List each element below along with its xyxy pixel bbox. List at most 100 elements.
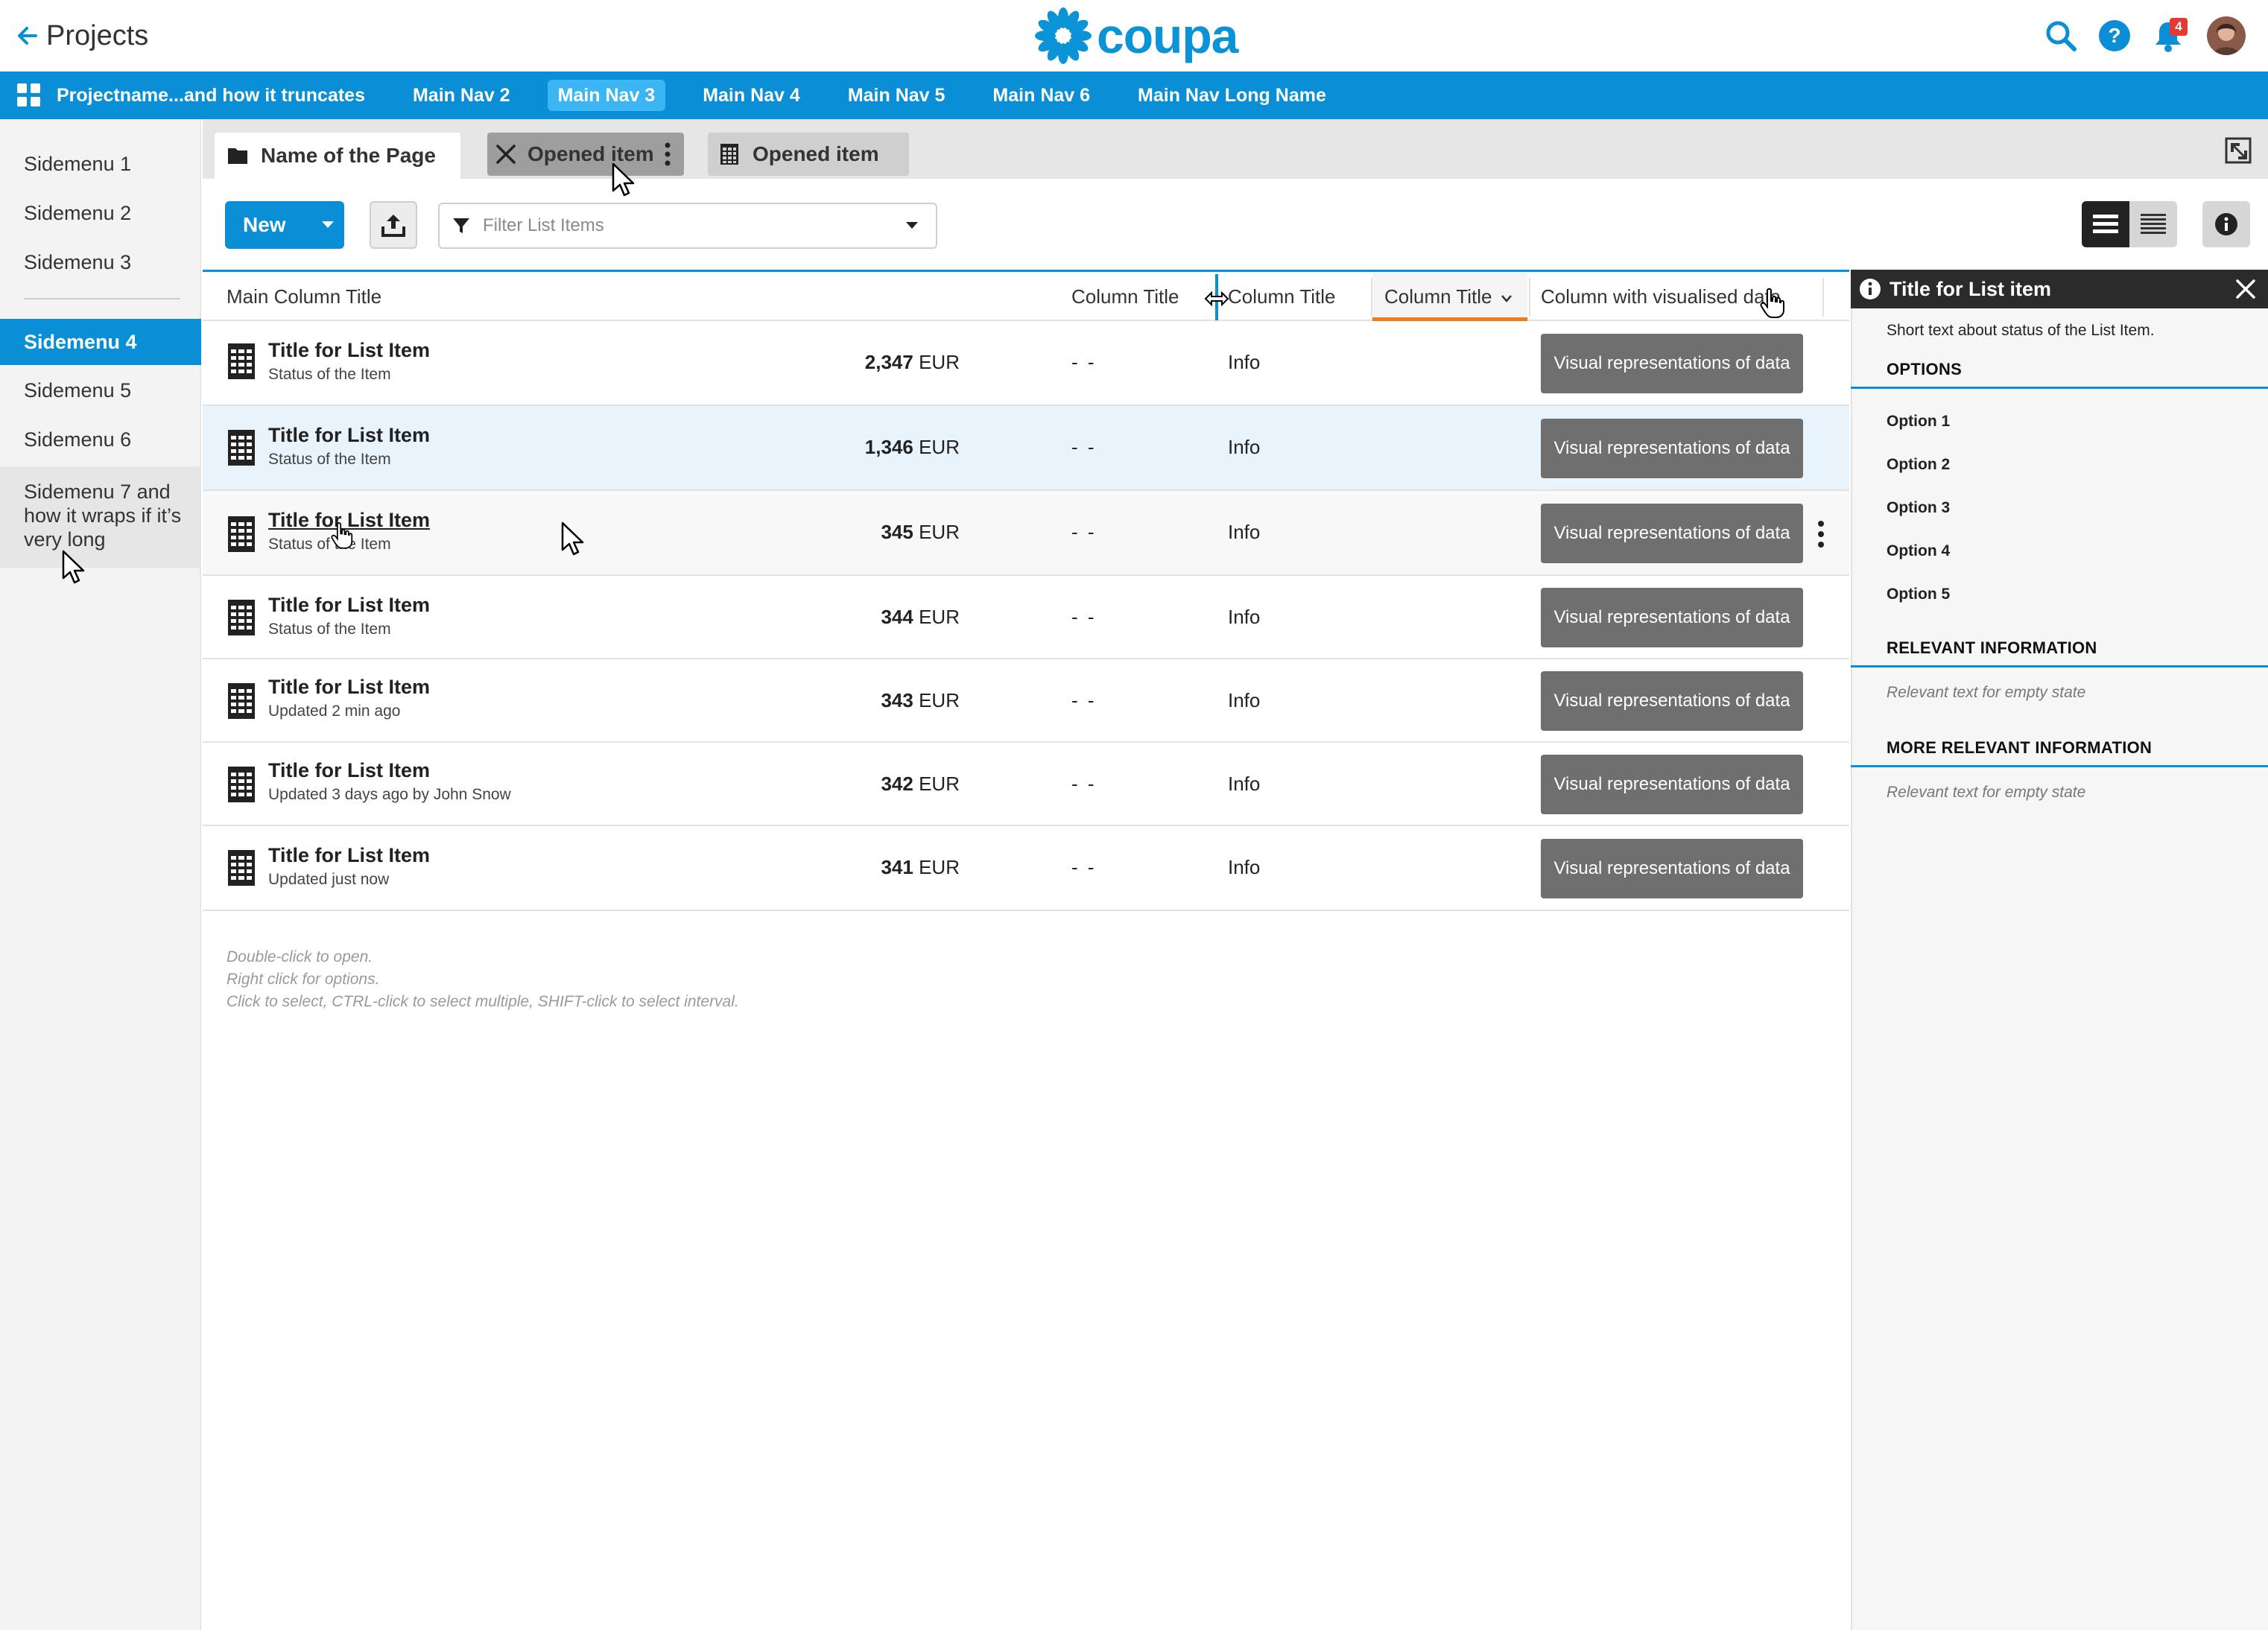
row-cell-info: Info xyxy=(1228,689,1261,711)
resize-cursor-icon xyxy=(1204,291,1229,307)
tab-bar: Name of the Page Opened item Opened item xyxy=(203,119,2268,179)
row-title[interactable]: Title for List Item xyxy=(268,424,430,447)
details-panel-title: Title for List item xyxy=(1890,277,2052,300)
visual-data-button[interactable]: Visual representations of data xyxy=(1541,755,1803,814)
row-title[interactable]: Title for List Item xyxy=(268,759,430,782)
sidebar-item-7[interactable]: Sidemenu 7 and how it wraps if it’s very… xyxy=(0,466,201,568)
sidebar-item-4[interactable]: Sidemenu 4 xyxy=(0,319,201,365)
more-relevant-info-heading: MORE RELEVANT INFORMATION xyxy=(1851,735,2268,767)
sidebar-item-6[interactable]: Sidemenu 6 xyxy=(0,423,201,456)
more-vertical-icon[interactable] xyxy=(1812,519,1830,549)
close-icon[interactable] xyxy=(2231,274,2261,304)
help-icon[interactable]: ? xyxy=(2097,18,2132,54)
coupa-logo-icon xyxy=(1035,7,1092,64)
sidebar: Sidemenu 1 Sidemenu 2 Sidemenu 3 Sidemen… xyxy=(0,119,201,1630)
search-icon[interactable] xyxy=(2043,18,2079,54)
nav-item-main-nav-4[interactable]: Main Nav 4 xyxy=(692,80,811,111)
sidebar-item-2[interactable]: Sidemenu 2 xyxy=(0,197,201,229)
column-divider xyxy=(1822,278,1824,317)
table-row[interactable]: Title for List Item Updated just now - -… xyxy=(203,826,1849,911)
amount-value: 345 xyxy=(881,521,913,543)
coupa-logo[interactable]: coupa xyxy=(1034,6,1238,66)
new-button[interactable]: New xyxy=(225,201,344,249)
tab-label: Name of the Page xyxy=(261,144,436,167)
options-heading: OPTIONS xyxy=(1851,356,2268,389)
option-2[interactable]: Option 2 xyxy=(1887,456,1950,474)
user-avatar[interactable] xyxy=(2207,16,2246,55)
amount-currency: EUR xyxy=(919,606,960,628)
column-header-3[interactable]: Column Title xyxy=(1228,272,1336,321)
filter-icon xyxy=(453,218,469,233)
back-arrow-icon[interactable] xyxy=(13,19,46,52)
row-title[interactable]: Title for List Item xyxy=(268,339,430,362)
row-status: Status of the Item xyxy=(268,536,391,553)
table-row-hovered[interactable]: Title for List Item Status of the Item -… xyxy=(203,491,1849,576)
row-title[interactable]: Title for List Item xyxy=(268,594,430,617)
document-grid-icon xyxy=(228,683,255,719)
app-grid-icon[interactable] xyxy=(16,83,42,108)
nav-item-main-nav-6[interactable]: Main Nav 6 xyxy=(982,80,1100,111)
tab-name-of-page[interactable]: Name of the Page xyxy=(215,133,460,179)
row-cell-info: Info xyxy=(1228,521,1261,543)
document-grid-icon xyxy=(228,600,255,635)
column-header-2[interactable]: Column Title xyxy=(1071,272,1179,321)
table-row-selected[interactable]: Title for List Item Status of the Item -… xyxy=(203,406,1849,491)
document-grid-icon xyxy=(228,767,255,802)
close-icon[interactable] xyxy=(495,143,517,165)
visual-data-button[interactable]: Visual representations of data xyxy=(1541,504,1803,563)
document-grid-icon xyxy=(228,850,255,886)
visual-data-button[interactable]: Visual representations of data xyxy=(1541,419,1803,478)
nav-item-main-nav-long[interactable]: Main Nav Long Name xyxy=(1127,80,1337,111)
row-status: Updated just now xyxy=(268,871,390,888)
nav-item-main-nav-2[interactable]: Main Nav 2 xyxy=(402,80,521,111)
option-3[interactable]: Option 3 xyxy=(1887,499,1950,517)
amount-currency: EUR xyxy=(919,436,960,458)
nav-item-main-nav-3[interactable]: Main Nav 3 xyxy=(547,80,666,111)
sidebar-item-3[interactable]: Sidemenu 3 xyxy=(0,246,201,279)
export-button[interactable] xyxy=(370,201,417,249)
mouse-pointer-icon xyxy=(612,162,635,197)
logo-text: coupa xyxy=(1097,8,1238,63)
chevron-down-icon[interactable] xyxy=(311,201,344,249)
upload-icon xyxy=(381,215,405,237)
table-row[interactable]: Title for List Item Updated 3 days ago b… xyxy=(203,743,1849,826)
sidebar-item-1[interactable]: Sidemenu 1 xyxy=(0,148,201,180)
row-title[interactable]: Title for List Item xyxy=(268,676,430,699)
option-4[interactable]: Option 4 xyxy=(1887,542,1950,560)
amount-currency: EUR xyxy=(919,773,960,795)
row-title[interactable]: Title for List Item xyxy=(268,844,430,867)
nav-item-main-nav-5[interactable]: Main Nav 5 xyxy=(837,80,956,111)
tab-opened-item-2[interactable]: Opened item xyxy=(708,133,909,176)
column-header-4-sorted[interactable]: Column Title xyxy=(1372,272,1527,321)
visual-data-button[interactable]: Visual representations of data xyxy=(1541,671,1803,731)
relevant-info-heading: RELEVANT INFORMATION xyxy=(1851,635,2268,667)
table-row[interactable]: Title for List Item Status of the Item -… xyxy=(203,576,1849,659)
option-5[interactable]: Option 5 xyxy=(1887,586,1950,603)
more-vertical-icon[interactable] xyxy=(663,142,672,167)
nav-item-project[interactable]: Projectname...and how it truncates xyxy=(52,80,376,111)
filter-input[interactable] xyxy=(481,215,897,237)
table-row[interactable]: Title for List Item Status of the Item -… xyxy=(203,321,1849,406)
column-header-visualised[interactable]: Column with visualised data xyxy=(1541,272,1781,321)
info-button[interactable] xyxy=(2202,201,2250,247)
svg-text:?: ? xyxy=(2108,24,2120,47)
dense-view-toggle[interactable] xyxy=(2129,201,2177,247)
visual-data-button[interactable]: Visual representations of data xyxy=(1541,334,1803,393)
row-cell-info: Info xyxy=(1228,606,1261,628)
row-cell-amount: 343 EUR xyxy=(881,689,960,712)
expand-icon[interactable] xyxy=(2225,137,2252,164)
list-view-toggle[interactable] xyxy=(2082,201,2129,247)
table-row[interactable]: Title for List Item Updated 2 min ago - … xyxy=(203,659,1849,743)
row-cell-col2: - - xyxy=(1071,436,1097,458)
visual-data-button[interactable]: Visual representations of data xyxy=(1541,839,1803,898)
visual-data-button[interactable]: Visual representations of data xyxy=(1541,588,1803,647)
option-1[interactable]: Option 1 xyxy=(1887,413,1950,431)
filter-dropdown[interactable] xyxy=(438,203,937,249)
table-header: Main Column Title Column Title Column Ti… xyxy=(203,272,1849,321)
sort-descending-icon xyxy=(1501,295,1512,302)
chevron-down-icon[interactable] xyxy=(897,211,927,241)
sidebar-divider xyxy=(24,298,180,299)
sidebar-item-5[interactable]: Sidemenu 5 xyxy=(0,374,201,407)
column-header-main[interactable]: Main Column Title xyxy=(227,272,381,321)
tab-opened-item-1[interactable]: Opened item xyxy=(487,133,684,176)
